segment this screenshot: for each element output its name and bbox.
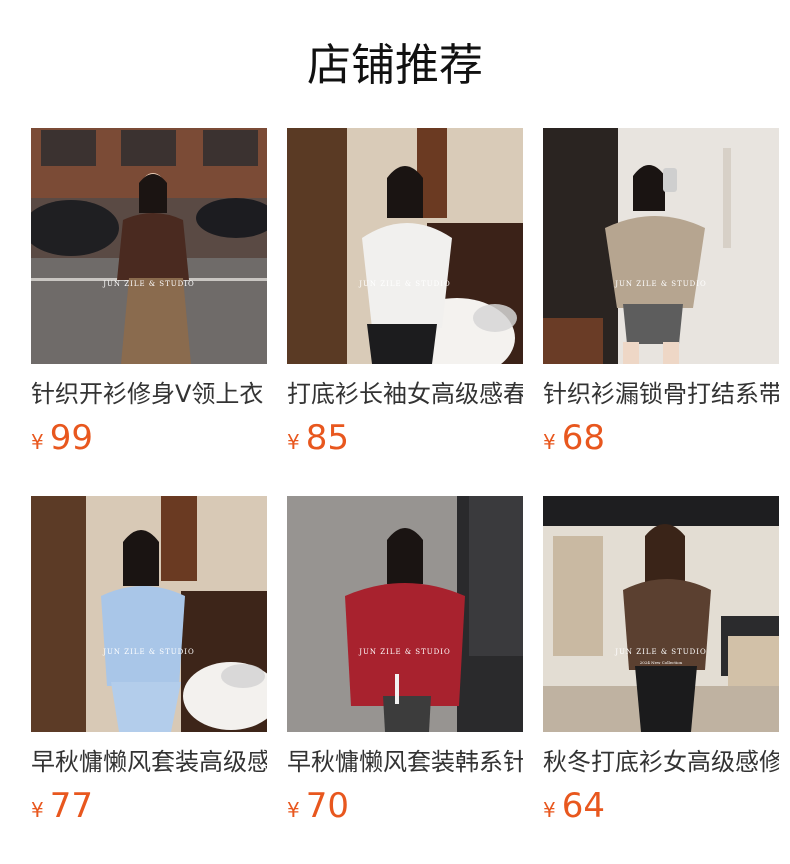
price-value: 64 (561, 786, 605, 826)
watermark: JUN ZILE & STUDIO (358, 648, 451, 656)
product-name[interactable]: 针织开衫修身V领上衣 (31, 376, 267, 412)
product-image[interactable]: JUN ZILE & STUDIO (287, 496, 523, 732)
watermark: JUN ZILE & STUDIO (102, 280, 195, 288)
product-price: ¥68 (543, 416, 605, 460)
svg-text:JUN ZILE & STUDIO: JUN ZILE & STUDIO (358, 280, 451, 288)
product-image[interactable]: JUN ZILE & STUDIO (287, 128, 523, 364)
watermark: JUN ZILE & STUDIO (358, 280, 451, 288)
product-name[interactable]: 早秋慵懒风套装韩系针 (287, 744, 523, 780)
product-image[interactable]: JUN ZILE & STUDIO (543, 128, 779, 364)
watermark: JUN ZILE & STUDIO (102, 648, 195, 656)
product-price: ¥64 (543, 784, 605, 828)
price-value: 70 (305, 786, 349, 826)
product-image[interactable]: JUN ZILE & STUDIO 2024 New Collection (543, 496, 779, 732)
product-image[interactable]: JUN ZILE & STUDIO (31, 496, 267, 732)
svg-text:JUN ZILE & STUDIO: JUN ZILE & STUDIO (614, 280, 707, 288)
price-value: 85 (305, 418, 349, 458)
product-image[interactable]: JUN ZILE & STUDIO (31, 128, 267, 364)
product-name[interactable]: 秋冬打底衫女高级感修 (543, 744, 779, 780)
currency-symbol: ¥ (287, 798, 300, 822)
currency-symbol: ¥ (31, 798, 44, 822)
product-name[interactable]: 早秋慵懒风套装高级感 (31, 744, 267, 780)
watermark: JUN ZILE & STUDIO 2024 New Collection (614, 648, 707, 665)
product-price: ¥70 (287, 784, 349, 828)
currency-symbol: ¥ (543, 430, 556, 454)
svg-text:JUN ZILE & STUDIO: JUN ZILE & STUDIO (358, 648, 451, 656)
svg-text:JUN ZILE & STUDIO: JUN ZILE & STUDIO (102, 280, 195, 288)
currency-symbol: ¥ (31, 430, 44, 454)
watermark: JUN ZILE & STUDIO (614, 280, 707, 288)
price-value: 77 (49, 786, 93, 826)
svg-text:2024 New Collection: 2024 New Collection (640, 660, 683, 665)
svg-text:JUN ZILE & STUDIO: JUN ZILE & STUDIO (102, 648, 195, 656)
svg-text:JUN ZILE & STUDIO: JUN ZILE & STUDIO (614, 648, 707, 656)
product-price: ¥99 (31, 416, 93, 460)
product-name[interactable]: 打底衫长袖女高级感春 (287, 376, 523, 412)
price-value: 99 (49, 418, 93, 458)
product-price: ¥85 (287, 416, 349, 460)
product-name[interactable]: 针织衫漏锁骨打结系带 (543, 376, 779, 412)
price-value: 68 (561, 418, 605, 458)
currency-symbol: ¥ (287, 430, 300, 454)
product-price: ¥77 (31, 784, 93, 828)
currency-symbol: ¥ (543, 798, 556, 822)
product-grid: JUN ZILE & STUDIO 针织开衫修身V领上衣 ¥99 JUN ZIL… (0, 0, 790, 864)
